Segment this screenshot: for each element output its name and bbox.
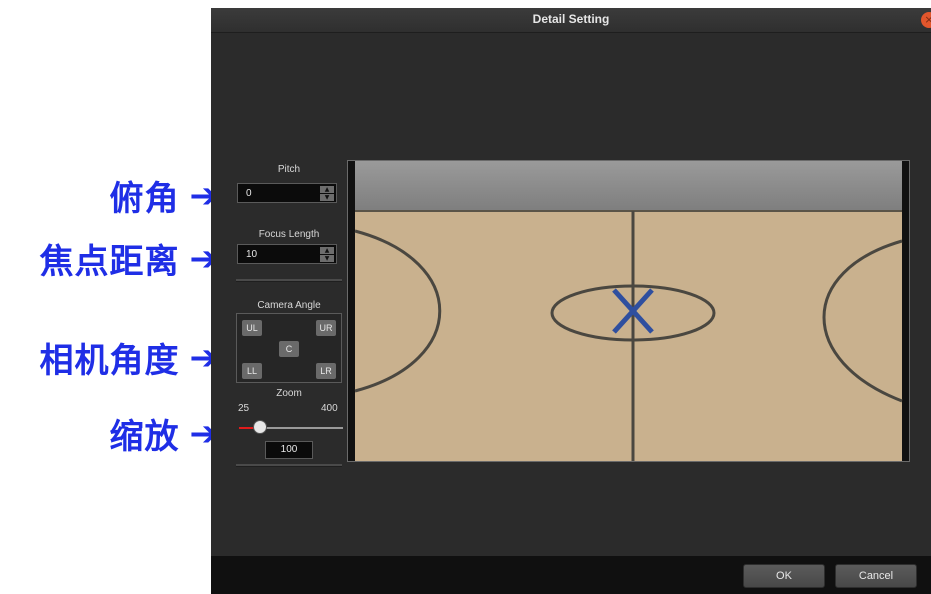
- zoom-value-field[interactable]: 100: [265, 441, 313, 459]
- annotation-pitch-text: 俯角: [109, 179, 180, 219]
- ok-button[interactable]: OK: [743, 564, 825, 588]
- camera-angle-grid: UL UR C LL LR: [236, 313, 342, 383]
- detail-setting-dialog: Detail Setting × Pitch 0 ▲ ▼ Focus Lengt…: [211, 8, 931, 594]
- zoom-min-label: 25: [238, 403, 250, 414]
- annotation-camera-angle-text: 相机角度: [39, 341, 180, 381]
- separator: [236, 279, 342, 282]
- spin-down-icon[interactable]: ▼: [320, 255, 334, 262]
- angle-c-button[interactable]: C: [279, 341, 299, 357]
- zoom-slider-handle[interactable]: [252, 420, 267, 434]
- spin-down-icon[interactable]: ▼: [320, 194, 334, 201]
- focus-length-spinbox[interactable]: 10 ▲ ▼: [237, 244, 337, 264]
- camera-preview[interactable]: [347, 160, 910, 462]
- zoom-slider[interactable]: [239, 420, 343, 434]
- court-floor: [355, 211, 902, 461]
- angle-ll-button[interactable]: LL: [242, 363, 262, 379]
- focus-length-value[interactable]: 10: [246, 249, 257, 260]
- camera-angle-label: Camera Angle: [257, 300, 321, 311]
- annotation-zoom-text: 缩放: [109, 417, 180, 457]
- focus-length-label: Focus Length: [258, 229, 320, 240]
- cancel-button[interactable]: Cancel: [835, 564, 917, 588]
- annotation-camera-angle: 相机角度 ➔: [40, 333, 220, 382]
- title-bar: Detail Setting ×: [211, 8, 931, 33]
- zoom-label: Zoom: [276, 388, 302, 399]
- pitch-label: Pitch: [277, 164, 301, 175]
- spin-up-icon[interactable]: ▲: [320, 247, 334, 254]
- close-icon[interactable]: ×: [921, 12, 931, 28]
- pitch-value[interactable]: 0: [246, 188, 252, 199]
- court-stands: [355, 161, 902, 211]
- annotation-focus-length-text: 焦点距离: [39, 242, 180, 282]
- basketball-court-view: [348, 161, 909, 461]
- pitch-spinbox[interactable]: 0 ▲ ▼: [237, 183, 337, 203]
- annotation-focus-length: 焦点距离 ➔: [40, 234, 220, 283]
- separator: [236, 464, 342, 467]
- dialog-footer: OK Cancel: [211, 556, 931, 594]
- annotation-zoom: 缩放 ➔: [110, 409, 220, 458]
- dialog-title: Detail Setting: [532, 12, 610, 26]
- zoom-max-label: 400: [321, 403, 338, 414]
- annotation-pitch: 俯角 ➔: [110, 171, 220, 220]
- angle-lr-button[interactable]: LR: [316, 363, 336, 379]
- angle-ul-button[interactable]: UL: [242, 320, 262, 336]
- angle-ur-button[interactable]: UR: [316, 320, 336, 336]
- spin-up-icon[interactable]: ▲: [320, 186, 334, 193]
